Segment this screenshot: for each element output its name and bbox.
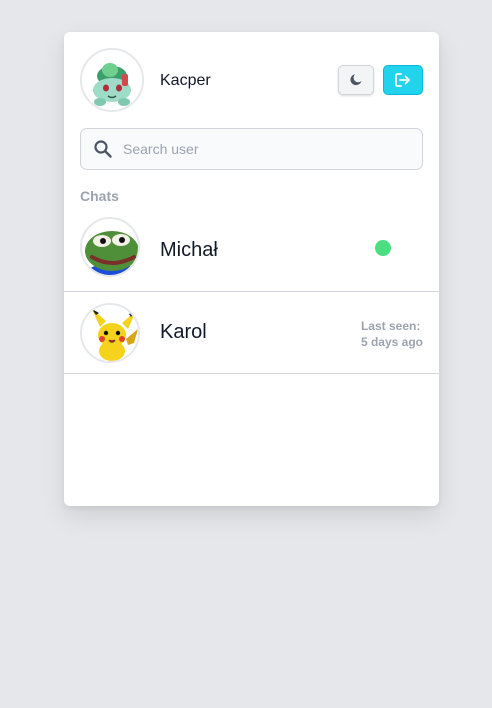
bulbasaur-avatar-icon (82, 50, 142, 110)
online-status-indicator (375, 240, 391, 256)
chat-avatar (80, 217, 140, 277)
chat-panel: Kacper Chats (64, 32, 439, 506)
chat-avatar (80, 303, 140, 363)
username: Kacper (160, 72, 211, 89)
user-header: Kacper (64, 32, 439, 128)
logout-button[interactable] (383, 65, 423, 95)
pikachu-avatar-icon (82, 305, 138, 361)
chat-item-karol[interactable]: Karol Last seen: 5 days ago (64, 292, 439, 374)
moon-icon (350, 74, 362, 86)
search-icon (93, 139, 113, 159)
chat-name: Karol (160, 321, 207, 343)
search-box (80, 128, 423, 170)
last-seen-status: Last seen: 5 days ago (361, 318, 423, 350)
last-seen-value: 5 days ago (360, 335, 423, 349)
last-seen-label: Last seen: (360, 319, 421, 333)
theme-toggle-button[interactable] (338, 65, 374, 95)
search-input[interactable] (121, 140, 415, 158)
chat-item-michal[interactable]: Michał (64, 216, 439, 292)
user-avatar[interactable] (80, 48, 144, 112)
logout-icon (395, 73, 410, 87)
chats-section-label: Chats (80, 188, 119, 204)
chat-name: Michał (160, 239, 218, 261)
pepe-frog-avatar-icon (82, 219, 138, 275)
